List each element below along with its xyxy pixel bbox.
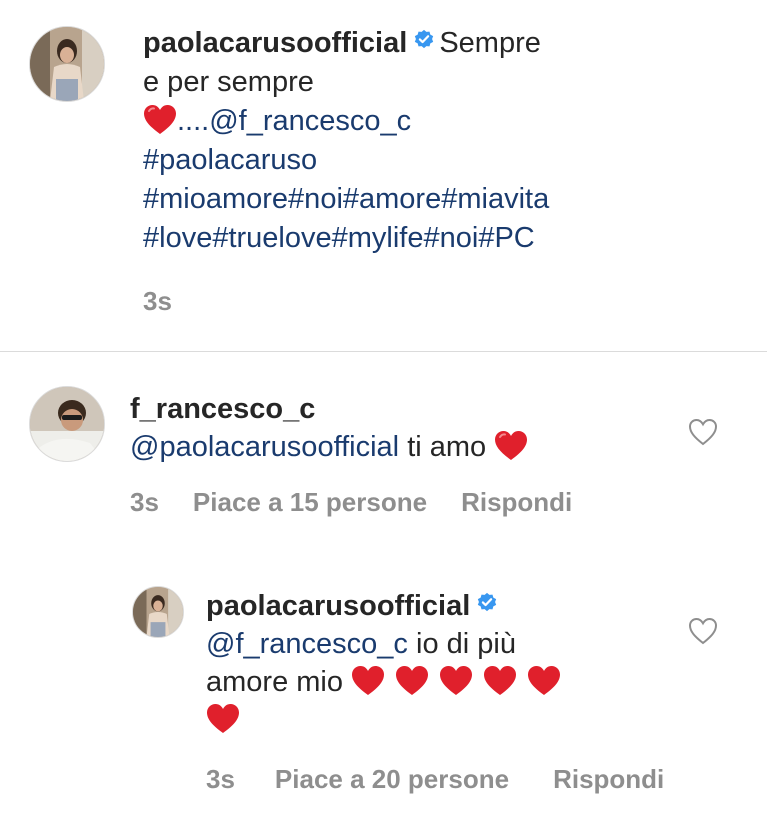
red-heart-emoji-icon <box>143 104 177 136</box>
hashtags-line3[interactable]: #love#truelove#mylife#noi#PC <box>143 219 663 258</box>
comment2-timestamp: 3s <box>206 764 235 794</box>
red-heart-emoji-icon <box>351 665 385 697</box>
comment2-username[interactable]: paolacarusoofficial <box>206 590 470 622</box>
avatar-image <box>133 587 183 637</box>
comment1-timestamp: 3s <box>130 487 159 517</box>
red-heart-emoji-icon <box>494 430 528 462</box>
caption-text-line2: e per sempre <box>143 66 314 98</box>
caption-dots: .... <box>177 105 210 137</box>
comment1-mention[interactable]: @paolacarusoofficial <box>130 431 399 463</box>
hashtags-line2[interactable]: #mioamore#noi#amore#miavita <box>143 180 663 219</box>
comment1-reply-button[interactable]: Rispondi <box>461 487 572 517</box>
comment1: f_rancesco_c @paolacarusoofficial ti amo <box>130 390 670 466</box>
caption-avatar[interactable] <box>29 26 105 102</box>
comment1-meta: 3s Piace a 15 persone Rispondi <box>130 487 606 518</box>
comment1-username[interactable]: f_rancesco_c <box>130 390 670 428</box>
avatar-image <box>30 387 104 461</box>
comment2-like-heart-outline-icon[interactable] <box>688 617 718 645</box>
caption-username[interactable]: paolacarusoofficial <box>143 27 407 59</box>
comment2-reply-button[interactable]: Rispondi <box>553 764 664 794</box>
red-heart-emoji-icon <box>439 665 473 697</box>
divider <box>0 351 767 352</box>
comment1-avatar[interactable] <box>29 386 105 462</box>
verified-badge-icon <box>476 591 498 613</box>
hashtags-line1[interactable]: #paolacaruso <box>143 141 663 180</box>
comment2-text-line1: io di più <box>416 628 516 660</box>
caption-mention[interactable]: @f_rancesco_c <box>209 105 411 137</box>
comment1-text: ti amo <box>407 431 487 463</box>
comment2-likes[interactable]: Piace a 20 persone <box>275 764 509 794</box>
red-heart-emoji-icon <box>483 665 517 697</box>
comment2-meta: 3s Piace a 20 persone Rispondi <box>206 764 698 795</box>
red-heart-emoji-icon <box>527 665 561 697</box>
caption-meta: 3s <box>143 286 206 317</box>
comment1-like-heart-outline-icon[interactable] <box>688 418 718 446</box>
comment2-avatar[interactable] <box>132 586 184 638</box>
avatar-image <box>30 27 104 101</box>
caption-text-line1: Sempre <box>439 27 541 59</box>
verified-badge-icon <box>413 28 435 50</box>
comment2-text-line2: amore mio <box>206 666 343 698</box>
red-heart-emoji-icon <box>206 703 240 735</box>
caption-timestamp: 3s <box>143 286 172 316</box>
post-caption: paolacarusoofficial Sempre e per sempre .… <box>143 24 663 258</box>
comment2-mention[interactable]: @f_rancesco_c <box>206 628 408 660</box>
comment1-likes[interactable]: Piace a 15 persone <box>193 487 427 517</box>
red-heart-emoji-icon <box>395 665 429 697</box>
comment2: paolacarusoofficial @f_rancesco_c io di … <box>206 587 676 739</box>
